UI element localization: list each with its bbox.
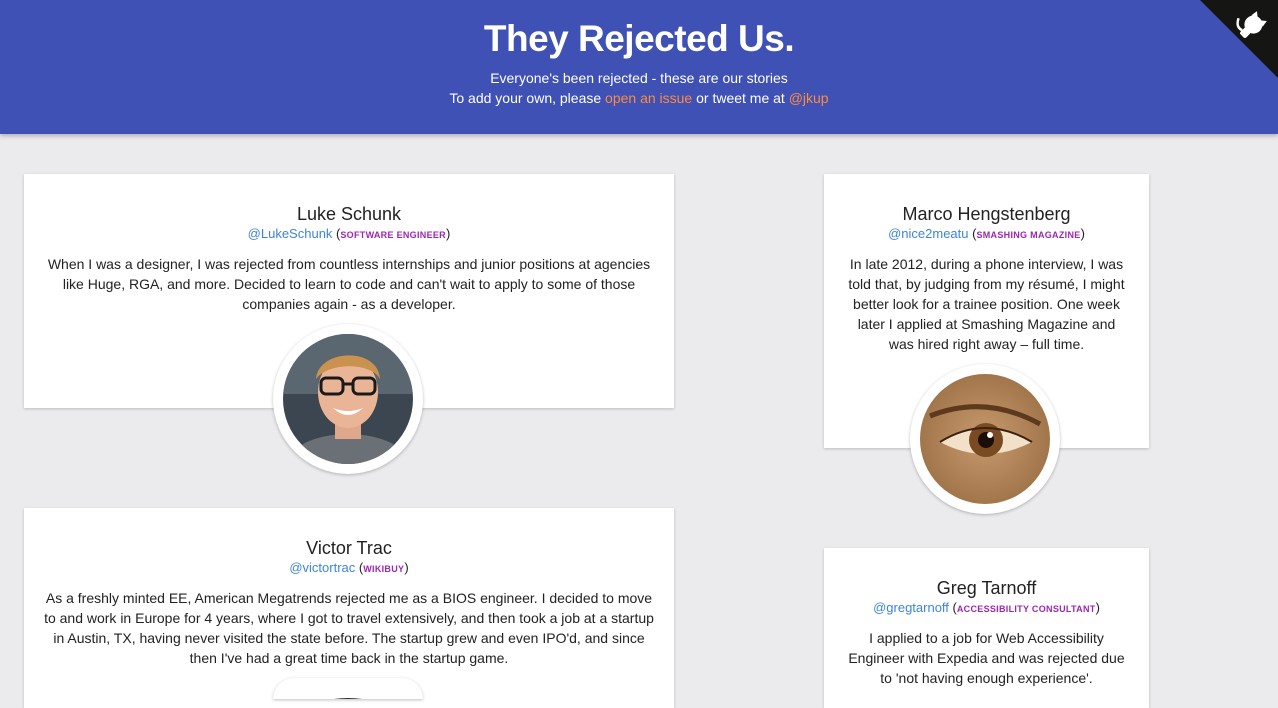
story-twitter-handle[interactable]: @gregtarnoff xyxy=(873,600,949,615)
story-name: Luke Schunk xyxy=(296,204,402,224)
story-company: Software Engineer xyxy=(340,230,446,240)
story-company: Wikibuy xyxy=(363,564,405,574)
avatar-photo xyxy=(283,334,413,464)
story-twitter-handle[interactable]: @victortrac xyxy=(289,560,355,575)
story-text: In late 2012, during a phone interview, … xyxy=(848,256,1125,352)
github-octocat-icon xyxy=(1200,0,1278,78)
avatar-luke-schunk xyxy=(273,324,423,474)
github-corner-link[interactable] xyxy=(1200,0,1278,78)
story-text: I applied to a job for Web Accessibility… xyxy=(848,630,1125,686)
twitter-handle-link[interactable]: @jkup xyxy=(789,90,829,106)
story-card-greg-tarnoff: Greg Tarnoff @gregtarnoff (Accessibility… xyxy=(824,548,1149,708)
avatar-photo xyxy=(334,698,362,699)
story-company: Accessibility Consultant xyxy=(956,604,1096,614)
story-handle-line: @nice2meatu (Smashing Magazine) xyxy=(888,226,1085,241)
page-subtitle: Everyone's been rejected - these are our… xyxy=(490,70,788,86)
story-name: Greg Tarnoff xyxy=(936,578,1037,598)
site-header: They Rejected Us. Everyone's been reject… xyxy=(0,0,1278,134)
story-company: Smashing Magazine xyxy=(976,230,1081,240)
open-issue-link[interactable]: open an issue xyxy=(605,90,692,106)
avatar-photo xyxy=(920,374,1050,504)
story-twitter-handle[interactable]: @nice2meatu xyxy=(888,226,968,241)
story-handle-line: @victortrac (Wikibuy) xyxy=(289,560,409,575)
contribute-middle: or tweet me at xyxy=(692,90,789,106)
contribute-prefix: To add your own, please xyxy=(449,90,606,106)
story-text: As a freshly minted EE, American Megatre… xyxy=(44,590,654,666)
avatar-victor-trac xyxy=(273,678,423,699)
story-handle-line: @LukeSchunk (Software Engineer) xyxy=(247,226,451,241)
page-title: They Rejected Us. xyxy=(483,18,795,59)
avatar-marco-hengstenberg xyxy=(910,364,1060,514)
contribute-line: To add your own, please open an issue or… xyxy=(0,90,1278,106)
story-twitter-handle[interactable]: @LukeSchunk xyxy=(248,226,333,241)
story-text: When I was a designer, I was rejected fr… xyxy=(47,256,651,312)
story-name: Victor Trac xyxy=(306,538,392,558)
story-name: Marco Hengstenberg xyxy=(902,204,1071,224)
story-handle-line: @gregtarnoff (Accessibility Consultant) xyxy=(873,600,1100,615)
